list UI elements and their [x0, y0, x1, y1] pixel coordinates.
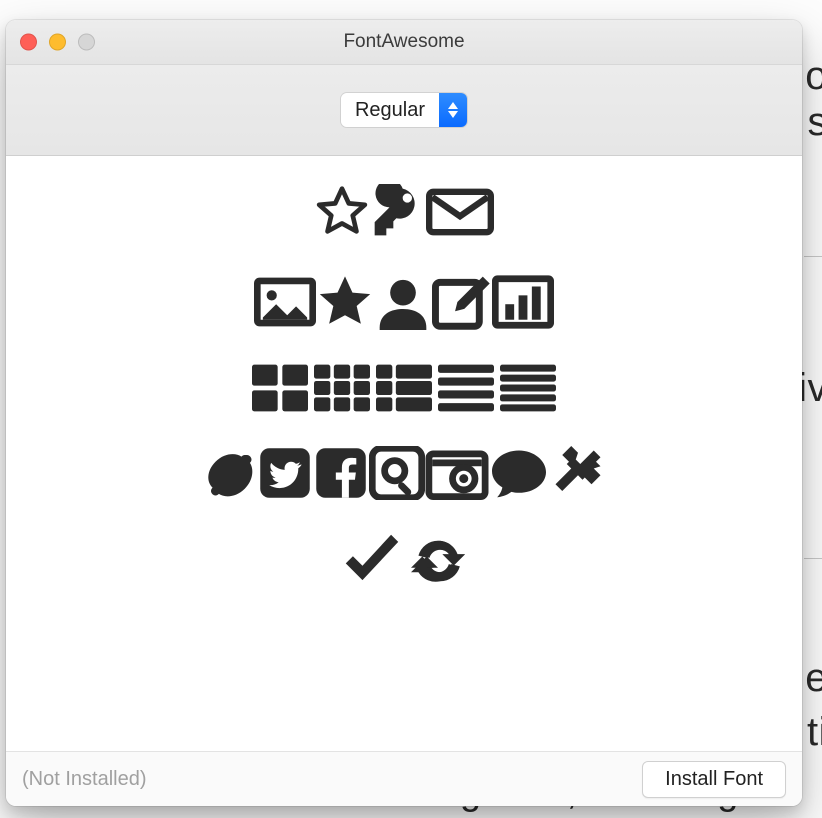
background-text: e	[805, 656, 822, 701]
search-square-icon	[369, 446, 425, 500]
key-icon	[370, 184, 426, 240]
glyph-row	[341, 534, 467, 588]
refresh-icon	[409, 534, 467, 588]
picture-icon	[254, 274, 316, 330]
check-icon	[341, 534, 403, 588]
background-text: ti	[807, 710, 822, 755]
twitter-square-icon	[257, 446, 313, 500]
glyph-row	[254, 274, 554, 330]
envelope-icon	[426, 184, 494, 240]
install-font-button[interactable]: Install Font	[642, 761, 786, 798]
th-list-icon	[376, 364, 432, 412]
edit-square-icon	[432, 274, 492, 330]
glyph-row	[201, 446, 607, 500]
star-outline-icon	[314, 184, 370, 240]
font-style-value: Regular	[341, 93, 439, 127]
lemon-icon	[201, 446, 257, 500]
font-style-select[interactable]: Regular	[341, 93, 467, 127]
tools-icon	[549, 446, 607, 500]
toolbar: Regular	[6, 65, 802, 156]
list-justified-icon	[500, 364, 556, 412]
th-large-icon	[252, 364, 308, 412]
minimize-button[interactable]	[49, 34, 66, 51]
window-title: FontAwesome	[343, 31, 464, 53]
background-text: s	[808, 100, 822, 145]
titlebar: FontAwesome	[6, 20, 802, 65]
glyph-row	[314, 184, 494, 240]
bar-chart-icon	[492, 274, 554, 330]
install-status: (Not Installed)	[22, 768, 147, 791]
background-divider	[804, 558, 822, 559]
chevron-updown-icon	[439, 93, 467, 127]
list-lines-icon	[438, 364, 494, 412]
comment-icon	[489, 446, 549, 500]
close-button[interactable]	[20, 34, 37, 51]
footer: (Not Installed) Install Font	[6, 751, 802, 806]
camera-square-icon	[425, 446, 489, 500]
window-controls	[20, 34, 95, 51]
th-icon	[314, 364, 370, 412]
background-divider	[804, 256, 822, 257]
glyph-preview-area	[6, 156, 802, 751]
star-solid-icon	[316, 274, 374, 330]
zoom-button	[78, 34, 95, 51]
font-preview-window: FontAwesome Regular	[6, 20, 802, 806]
glyph-row	[252, 364, 556, 412]
background-text: o	[805, 54, 822, 99]
facebook-square-icon	[313, 446, 369, 500]
user-icon	[374, 274, 432, 330]
